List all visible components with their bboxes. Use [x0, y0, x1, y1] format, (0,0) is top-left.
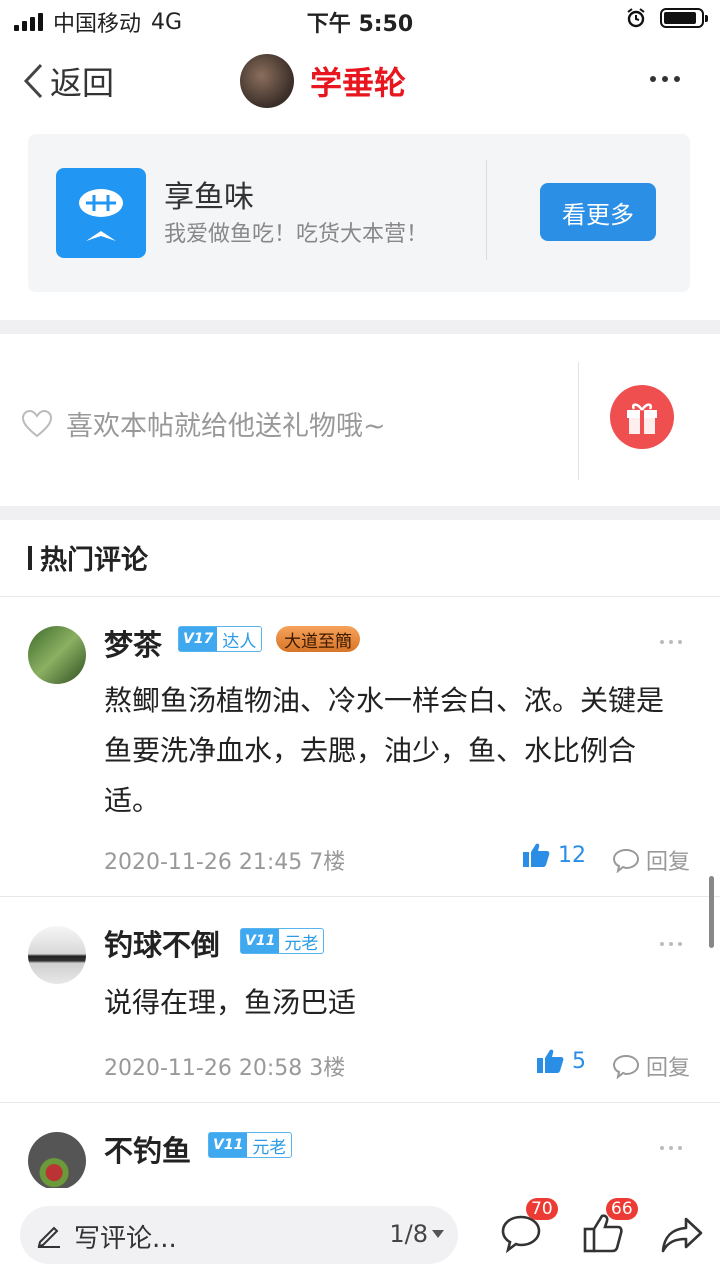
section-title: 热门评论	[28, 538, 148, 577]
share-button[interactable]	[660, 1216, 704, 1258]
comment-time: 2020-11-26 20:58	[104, 1056, 303, 1081]
page-selector[interactable]: 1/8	[389, 1220, 444, 1248]
level-badge: V11 元老	[208, 1132, 293, 1158]
write-comment-input[interactable]: 写评论... 1/8	[20, 1206, 458, 1264]
caret-down-icon	[432, 1230, 444, 1238]
like-button[interactable]: 5	[536, 1048, 586, 1074]
comment-text: 熬鲫鱼汤植物油、冷水一样会白、浓。关键是鱼要洗净血水，去腮，油少，鱼、水比例合适…	[104, 684, 665, 817]
forum-name: 享鱼味	[164, 180, 254, 215]
reply-label: 回复	[645, 850, 690, 875]
thumbs-up-icon	[537, 1049, 564, 1073]
gift-icon	[610, 385, 674, 449]
like-count: 12	[558, 842, 586, 868]
thumbs-up-icon	[523, 843, 550, 867]
comment-meta: 2020-11-26 21:45 7楼	[104, 844, 345, 876]
comment-floor: 3楼	[309, 1056, 346, 1081]
role-label: 元老	[284, 933, 319, 954]
comment-icon	[501, 1215, 541, 1254]
divider	[486, 160, 487, 260]
see-more-button[interactable]: 看更多	[540, 183, 656, 241]
comment-author[interactable]: 梦茶	[104, 622, 162, 664]
forum-avatar	[240, 54, 294, 108]
battery-icon	[660, 8, 708, 28]
more-options-button[interactable]	[650, 76, 680, 82]
comment-author[interactable]: 不钓鱼	[104, 1128, 191, 1170]
level-badge: V11 元老	[240, 928, 325, 954]
back-label: 返回	[50, 64, 115, 102]
bottom-bar: 写评论... 1/8 70 66	[0, 1188, 720, 1280]
comment-item: 钓球不倒 V11 元老 说得在理，鱼汤巴适 2020-11-26 20:58 3…	[0, 896, 720, 1102]
like-count-badge: 66	[606, 1198, 638, 1220]
like-button[interactable]: 12	[522, 842, 586, 868]
comment-text: 说得在理，鱼汤巴适	[104, 986, 357, 1019]
status-time: 下午 5:50	[306, 12, 414, 37]
gift-button[interactable]	[609, 384, 675, 454]
comment-item: 梦茶 V17 达人 大道至簡 熬鲫鱼汤植物油、冷水一样会白、浓。关键是鱼要洗净血…	[0, 596, 720, 896]
like-count: 5	[572, 1048, 586, 1074]
nav-forum-header[interactable]: 学垂轮	[240, 54, 406, 108]
share-icon	[661, 1217, 703, 1253]
divider	[578, 362, 579, 480]
comment-count-badge: 70	[526, 1198, 558, 1220]
forum-description: 我爱做鱼吃！吃货大本营！	[164, 222, 429, 247]
heart-icon	[22, 409, 52, 437]
role-label: 达人	[222, 631, 257, 652]
chevron-left-icon	[23, 63, 43, 99]
forum-card[interactable]: 享鱼味 我爱做鱼吃！吃货大本营！ 看更多	[28, 134, 690, 292]
comment-more-button[interactable]	[660, 1146, 682, 1150]
scrollbar[interactable]	[709, 876, 714, 948]
alarm-icon	[627, 8, 645, 28]
avatar[interactable]	[28, 926, 86, 984]
comment-floor: 7楼	[309, 850, 346, 875]
nav-title: 学垂轮	[310, 64, 407, 102]
comment-time: 2020-11-26 21:45	[104, 850, 303, 875]
level-badge: V17 达人	[178, 626, 263, 652]
reply-button[interactable]: 回复	[612, 844, 690, 876]
comment-icon	[612, 848, 639, 873]
back-button[interactable]: 返回	[22, 58, 114, 104]
section-separator	[0, 320, 720, 334]
honor-badge: 大道至簡	[276, 626, 360, 652]
reply-label: 回复	[645, 1056, 690, 1081]
avatar[interactable]	[28, 626, 86, 684]
section-separator	[0, 506, 720, 520]
comment-icon	[612, 1054, 639, 1079]
level-number: V11	[209, 1133, 248, 1157]
gift-prompt-label: 喜欢本帖就给他送礼物哦~	[66, 411, 386, 442]
gift-prompt[interactable]: 喜欢本帖就给他送礼物哦~	[22, 404, 386, 443]
role-label: 元老	[252, 1137, 287, 1158]
comment-meta: 2020-11-26 20:58 3楼	[104, 1050, 345, 1082]
write-comment-label: 写评论...	[74, 1224, 177, 1254]
pencil-icon	[37, 1226, 60, 1248]
comment-item: 不钓鱼 V11 元老	[0, 1102, 720, 1188]
avatar[interactable]	[28, 1132, 86, 1188]
level-number: V11	[241, 929, 280, 953]
status-bar: 中国移动 4G 下午 5:50	[0, 0, 720, 40]
reply-button[interactable]: 回复	[612, 1050, 690, 1082]
page-indicator: 1/8	[389, 1220, 428, 1248]
fish-icon	[56, 168, 146, 258]
level-number: V17	[179, 627, 218, 651]
nav-bar: 返回 学垂轮	[0, 46, 720, 116]
comment-author[interactable]: 钓球不倒	[104, 922, 220, 964]
comment-more-button[interactable]	[660, 640, 682, 644]
comment-more-button[interactable]	[660, 942, 682, 946]
comments-button[interactable]	[500, 1214, 542, 1258]
